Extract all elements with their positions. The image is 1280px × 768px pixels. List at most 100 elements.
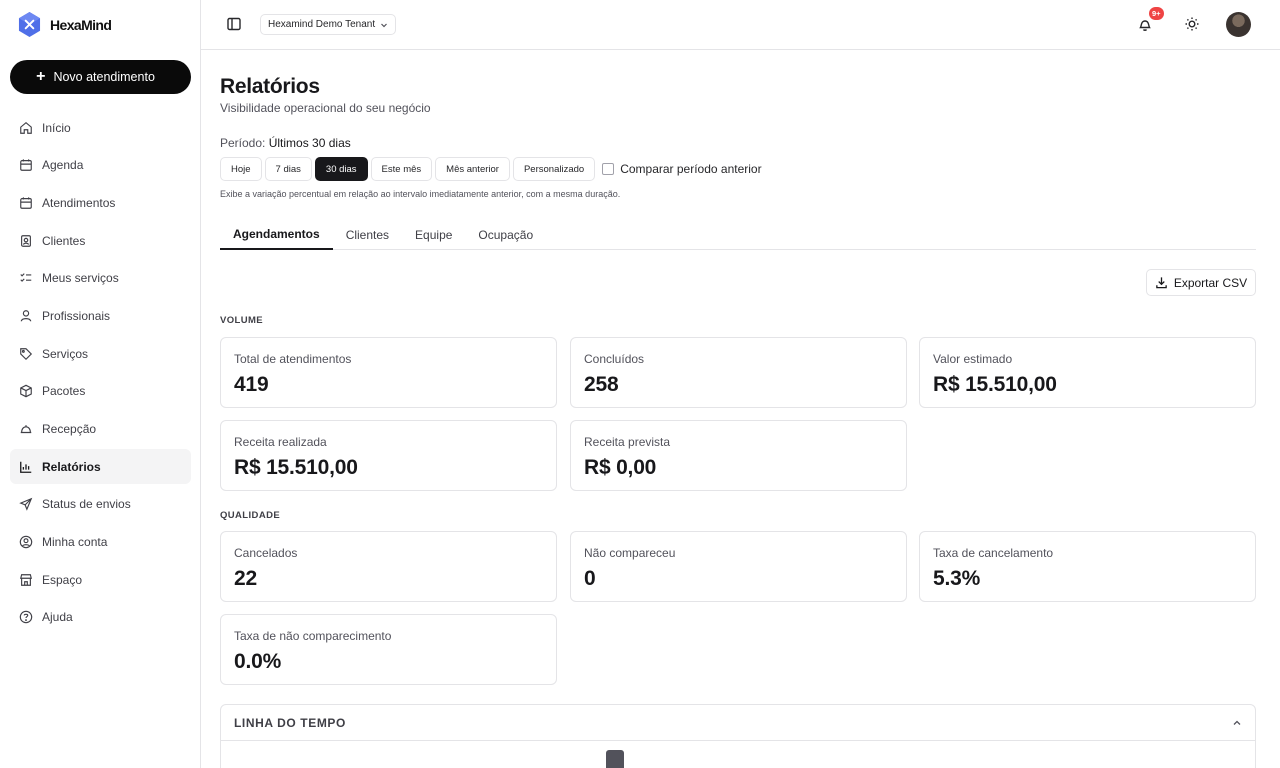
tab-ocupacao[interactable]: Ocupação: [465, 219, 546, 250]
brand[interactable]: HexaMind: [0, 0, 200, 49]
compare-label: Comparar período anterior: [620, 162, 762, 176]
metric-value: R$ 15.510,00: [933, 373, 1057, 396]
top-bar: Hexamind Demo Tenant 9+: [201, 0, 1280, 50]
calendar-icon: [20, 159, 32, 172]
chevron-up-icon[interactable]: [1232, 718, 1242, 728]
sidebar-item-servicos[interactable]: Serviços: [10, 336, 191, 371]
metric-label: Total de atendimentos: [234, 352, 352, 366]
package-icon: [20, 384, 32, 398]
tab-clientes[interactable]: Clientes: [333, 219, 402, 250]
user-avatar[interactable]: [1226, 12, 1251, 37]
sidebar-item-atendimentos[interactable]: Atendimentos: [10, 185, 191, 220]
metric-label: Não compareceu: [584, 546, 676, 560]
hexamind-logo-icon: [18, 12, 41, 37]
range-selector: Hoje 7 dias 30 dias Este mês Mês anterio…: [220, 157, 762, 181]
sidebar-item-label: Ajuda: [42, 610, 73, 625]
metric-card-receita-prevista: Receita prevista R$ 0,00: [570, 420, 907, 491]
user-icon: [20, 310, 32, 322]
sidebar-item-ajuda[interactable]: Ajuda: [10, 600, 191, 635]
page-title: Relatórios: [220, 75, 320, 98]
sidebar-item-minha-conta[interactable]: Minha conta: [10, 525, 191, 560]
timeline-header[interactable]: LINHA DO TEMPO: [221, 705, 1255, 741]
sidebar-nav: Início Agenda Atendimentos Clientes Meus…: [10, 110, 191, 638]
sun-icon[interactable]: [1183, 15, 1201, 33]
export-csv-button[interactable]: Exportar CSV: [1146, 269, 1256, 296]
range-button-mes-anterior[interactable]: Mês anterior: [435, 157, 510, 181]
sidebar-item-label: Agenda: [42, 158, 84, 173]
sidebar-item-clientes[interactable]: Clientes: [10, 223, 191, 258]
sidebar-toggle-icon[interactable]: [225, 15, 243, 33]
tag-icon: [20, 347, 33, 360]
sidebar-item-recepcao[interactable]: Recepção: [10, 412, 191, 447]
sidebar-item-espaco[interactable]: Espaço: [10, 562, 191, 597]
range-button-7-dias[interactable]: 7 dias: [264, 157, 312, 181]
section-label-qualidade: QUALIDADE: [220, 510, 281, 521]
metric-label: Valor estimado: [933, 352, 1013, 366]
timeline-panel: LINHA DO TEMPO: [220, 704, 1256, 768]
chevron-down-icon: [381, 23, 388, 27]
sidebar-item-label: Relatórios: [42, 459, 101, 474]
metric-value: R$ 15.510,00: [234, 456, 358, 479]
tab-equipe[interactable]: Equipe: [402, 219, 465, 250]
notification-badge: 9+: [1148, 6, 1165, 21]
tenant-name: Hexamind Demo Tenant: [268, 19, 376, 30]
sidebar-item-inicio[interactable]: Início: [10, 110, 191, 145]
metric-card-total: Total de atendimentos 419: [220, 337, 557, 408]
bell-service-icon: [20, 425, 32, 434]
home-icon: [20, 121, 32, 134]
sidebar: HexaMind + Novo atendimento Início Agend…: [0, 0, 201, 768]
sidebar-item-label: Serviços: [42, 346, 89, 361]
metric-card-nao-compareceu: Não compareceu 0: [570, 531, 907, 602]
export-csv-label: Exportar CSV: [1173, 275, 1248, 290]
sidebar-item-pacotes[interactable]: Pacotes: [10, 374, 191, 409]
metric-value: 5.3%: [933, 567, 981, 590]
period-value: Últimos 30 dias: [268, 136, 351, 150]
sidebar-item-profissionais[interactable]: Profissionais: [10, 298, 191, 333]
range-button-hoje[interactable]: Hoje: [220, 157, 262, 181]
timeline-bar: [606, 750, 624, 768]
sidebar-item-agenda[interactable]: Agenda: [10, 148, 191, 183]
sidebar-item-label: Profissionais: [42, 308, 111, 323]
tenant-selector[interactable]: Hexamind Demo Tenant: [260, 14, 397, 35]
sidebar-item-relatorios[interactable]: Relatórios: [10, 449, 191, 485]
metric-card-concluidos: Concluídos 258: [570, 337, 907, 408]
new-appointment-label: Novo atendimento: [53, 70, 155, 84]
tab-agendamentos[interactable]: Agendamentos: [220, 219, 333, 250]
period-summary: Período: Últimos 30 dias: [220, 136, 351, 150]
range-hint: Exibe a variação percentual em relação a…: [220, 189, 621, 199]
compare-previous-toggle[interactable]: Comparar período anterior: [602, 162, 762, 176]
metric-card-receita-realizada: Receita realizada R$ 15.510,00: [220, 420, 557, 491]
sidebar-item-label: Atendimentos: [42, 195, 116, 210]
timeline-title: LINHA DO TEMPO: [234, 715, 346, 730]
calendar-check-icon: [20, 197, 32, 209]
brand-name: HexaMind: [50, 16, 112, 33]
new-appointment-button[interactable]: + Novo atendimento: [10, 60, 191, 94]
compare-checkbox[interactable]: [602, 163, 615, 175]
range-button-30-dias[interactable]: 30 dias: [314, 157, 368, 181]
page-subtitle: Visibilidade operacional do seu negócio: [220, 101, 431, 115]
metric-card-valor-estimado: Valor estimado R$ 15.510,00: [919, 337, 1256, 408]
sidebar-item-label: Início: [42, 120, 71, 135]
range-button-personalizado[interactable]: Personalizado: [512, 157, 596, 181]
range-button-este-mes[interactable]: Este mês: [370, 157, 433, 181]
list-check-icon: [20, 273, 32, 283]
sidebar-item-status-de-envios[interactable]: Status de envios: [10, 487, 191, 522]
help-circle-icon: [19, 611, 33, 624]
sidebar-item-label: Recepção: [42, 422, 97, 436]
section-label-volume: VOLUME: [220, 315, 264, 326]
sidebar-item-meus-servicos[interactable]: Meus serviços: [10, 261, 191, 296]
metric-value: 258: [584, 373, 619, 396]
sidebar-item-label: Minha conta: [42, 535, 108, 550]
metric-label: Receita realizada: [234, 435, 327, 449]
sidebar-item-label: Meus serviços: [42, 271, 119, 286]
metric-label: Taxa de cancelamento: [933, 546, 1054, 560]
metric-label: Cancelados: [234, 546, 298, 560]
metric-card-cancelados: Cancelados 22: [220, 531, 557, 602]
metric-card-taxa-nao-comparecimento: Taxa de não comparecimento 0.0%: [220, 614, 557, 685]
metric-value: R$ 0,00: [584, 456, 657, 479]
store-icon: [20, 573, 32, 586]
metric-label: Concluídos: [584, 352, 645, 366]
metric-value: 419: [234, 373, 269, 396]
metric-value: 0: [584, 567, 596, 590]
send-icon: [19, 498, 33, 512]
